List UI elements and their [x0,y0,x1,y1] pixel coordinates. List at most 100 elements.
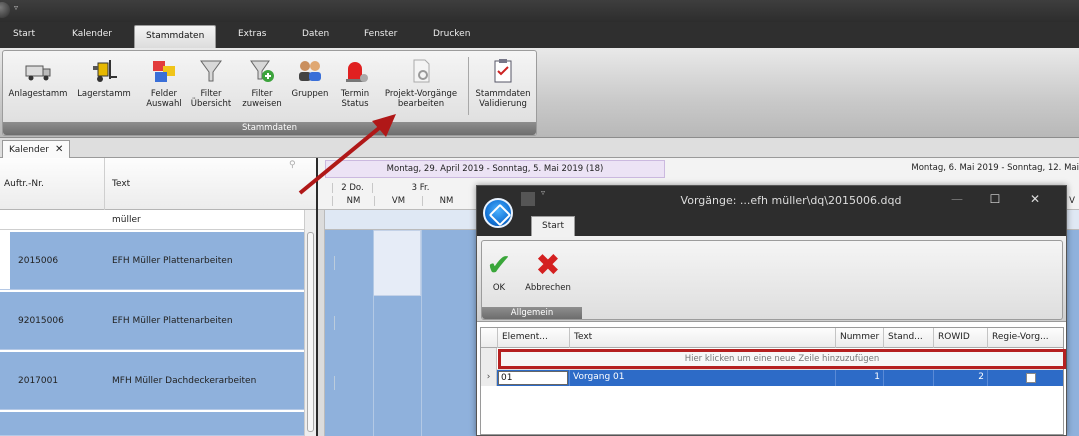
close-icon[interactable]: ✕ [1025,192,1045,206]
column-header-regie[interactable]: Regie-Vorg... [987,328,1063,348]
quick-access-dropdown-icon[interactable]: ▿ [541,188,545,197]
stand-cell[interactable] [883,370,933,386]
day-header: 3 Fr. [372,183,468,193]
week-header-2: Montag, 6. Mai 2019 - Sonntag, 12. Mai [911,163,1079,173]
quick-access-dropdown-icon[interactable]: ▿ [14,3,18,12]
validierung-label-2: Validierung [479,99,527,109]
ribbon-separator [468,57,469,115]
ok-label: OK [492,283,506,293]
calendar-gridline [373,230,374,436]
slot-label: NM [332,196,374,206]
filter-row[interactable]: müller [0,210,316,230]
dialog-title-bar: ▿ Vorgänge: ...efh müller\dq\2015006.dqd… [477,186,1066,236]
scrollbar-thumb[interactable] [307,232,314,432]
projekt-vorgaenge-button[interactable]: Projekt-Vorgänge bearbeiten [378,57,464,109]
app-menu-icon[interactable] [0,2,10,18]
ok-button[interactable]: ✔ OK [484,248,514,294]
projekt-vorgaenge-label-1: Projekt-Vorgänge [384,89,458,99]
group-icon [295,57,325,85]
column-header-stand[interactable]: Stand... [883,328,933,348]
tab-stammdaten[interactable]: Stammdaten [134,25,217,48]
filter-uebersicht-label-2: Übersicht [190,99,232,109]
vorgaenge-grid-header: Element... Text Nummer Stand... ROWID Re… [481,328,1063,348]
new-row-indicator [481,348,497,370]
felder-auswahl-button[interactable]: Felder Auswahl [144,57,184,109]
tab-daten[interactable]: Daten [302,29,329,39]
vorgaenge-grid: Element... Text Nummer Stand... ROWID Re… [480,327,1066,435]
column-header-nummer[interactable]: Nummer [835,328,883,348]
anlagestamm-label: Anlagestamm [8,89,68,99]
cross-icon: ✖ [535,248,561,283]
document-tab-label: Kalender [9,145,49,155]
element-cell[interactable]: 01 [498,371,568,385]
vorgaenge-dialog: ▿ Vorgänge: ...efh müller\dq\2015006.dqd… [476,185,1067,436]
stammdaten-validierung-button[interactable]: Stammdaten Validierung [471,57,535,109]
slot-label: V [1069,196,1075,206]
table-row[interactable]: 2017001 MFH Müller Dachdeckerarbeiten [0,352,304,410]
filter-icon[interactable]: ⚲ [289,160,296,170]
order-grid: Auftr.-Nr. Text ⚲ müller 2015006 EFH Mül… [0,158,316,436]
appointment-marker[interactable] [334,256,340,270]
checklist-icon [488,57,518,85]
column-header-text[interactable]: Text [112,179,130,189]
gruppen-button[interactable]: Gruppen [288,57,332,99]
anlagestamm-button[interactable]: Anlagestamm [5,57,71,99]
regie-checkbox[interactable] [1026,373,1036,383]
dialog-tab-start[interactable]: Start [531,216,575,236]
dialog-group-label: Allgemein [482,307,582,319]
tab-kalender[interactable]: Kalender [72,29,112,39]
column-header-text[interactable]: Text [569,328,835,348]
order-number: 92015006 [18,316,64,326]
tab-drucken[interactable]: Drucken [433,29,470,39]
table-row[interactable]: 92015006 EFH Müller Plattenarbeiten [0,292,304,350]
order-text: MFH Müller Dachdeckerarbeiten [112,376,257,386]
cancel-label: Abbrechen [525,283,571,293]
felder-label-1: Felder [150,89,178,99]
lagerstamm-button[interactable]: Lagerstamm [73,57,135,99]
tab-start[interactable]: Start [13,29,35,39]
filter-assign-icon [247,57,277,85]
filter-text[interactable]: müller [112,215,141,225]
dialog-ribbon: ✔ OK ✖ Abbrechen Allgemein [477,236,1066,322]
appointment-marker[interactable] [334,376,340,390]
week-header-1: Montag, 29. April 2019 - Sonntag, 5. Mai… [325,160,665,178]
table-row[interactable]: 2015006 EFH Müller Plattenarbeiten [0,232,304,290]
maximize-icon[interactable]: ☐ [985,192,1005,206]
column-header-rowid[interactable]: ROWID [933,328,987,348]
minimize-icon[interactable]: — [947,192,967,206]
ribbon-group-stammdaten: Anlagestamm Lagerstamm Felder Auswahl Fi… [2,50,537,136]
document-tab-bar: Kalender ✕ [0,138,1079,158]
projekt-vorgaenge-label-2: bearbeiten [397,99,445,109]
regie-cell[interactable] [987,370,1063,386]
table-row[interactable] [0,412,304,436]
filter-zuweisen-button[interactable]: Filter zuweisen [238,57,286,109]
vertical-scrollbar[interactable] [304,210,316,436]
add-new-row-prompt[interactable]: Hier klicken um eine neue Zeile hinzuzuf… [498,349,1066,369]
slot-label: NM [422,196,470,206]
termin-status-button[interactable]: Termin Status [335,57,375,109]
close-icon[interactable]: ✕ [55,144,63,155]
tab-fenster[interactable]: Fenster [364,29,397,39]
filter-uebersicht-button[interactable]: Filter Übersicht [186,57,236,109]
tab-extras[interactable]: Extras [238,29,266,39]
alarm-icon [340,57,370,85]
order-text: EFH Müller Plattenarbeiten [112,256,233,266]
save-icon[interactable] [521,192,535,206]
rowid-cell[interactable]: 2 [933,370,987,386]
table-row[interactable]: › 01 Vorgang 01 1 2 [481,370,1063,386]
dialog-app-icon[interactable] [483,198,513,228]
appointment-marker[interactable] [334,316,340,330]
column-header-auftr-nr[interactable]: Auftr.-Nr. [4,179,44,189]
calendar-gridline [421,230,422,436]
order-number: 2015006 [18,256,59,266]
slot-label: VM [374,196,422,206]
nummer-cell[interactable]: 1 [835,370,883,386]
tab-kalender-document[interactable]: Kalender ✕ [2,140,71,158]
text-cell[interactable]: Vorgang 01 [569,370,835,386]
column-header-element[interactable]: Element... [497,328,569,348]
document-gear-icon [406,57,436,85]
highlighted-slot[interactable] [373,230,421,296]
new-row[interactable]: Hier klicken um eine neue Zeile hinzuzuf… [481,348,1066,370]
cancel-button[interactable]: ✖ Abbrechen [516,248,580,294]
checkmark-icon: ✔ [486,248,512,283]
